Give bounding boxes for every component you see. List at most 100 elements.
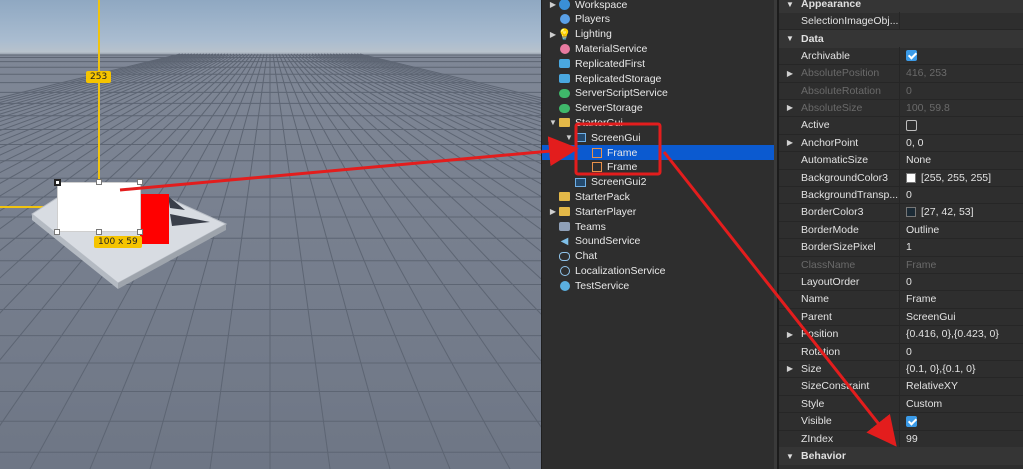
explorer-item[interactable]: ServerStorage [542,101,777,116]
collapse-arrow-icon[interactable]: ▼ [779,452,801,461]
property-checkbox[interactable] [906,119,917,131]
explorer-item[interactable]: Teams [542,219,777,234]
property-row[interactable]: Name Frame [779,290,1023,309]
explorer-item[interactable]: ReplicatedStorage [542,71,777,86]
property-row[interactable]: ClassName Frame [779,255,1023,274]
property-row[interactable]: Visible [779,412,1023,431]
property-row[interactable]: BackgroundColor3 [255, 255, 255] [779,168,1023,187]
property-row[interactable]: AbsoluteRotation 0 [779,81,1023,100]
property-value[interactable] [899,46,1023,65]
property-value[interactable]: 0 [899,272,1023,291]
property-row[interactable]: ▶ Position {0.416, 0},{0.423, 0} [779,325,1023,344]
expand-arrow-icon[interactable]: ▼ [564,133,574,142]
explorer-item[interactable]: Chat [542,249,777,264]
properties-panel[interactable]: ▼ Appearance SelectionImageObj... ▼ Data Arch… [777,0,1023,469]
white-frame-preview[interactable] [57,182,141,232]
explorer-item[interactable]: ▶ StarterPlayer [542,204,777,219]
property-row[interactable]: Active [779,116,1023,135]
explorer-panel[interactable]: ▶ Workspace Players ▶ 💡 Lighting MaterialServi… [541,0,777,469]
property-row[interactable]: Style Custom [779,394,1023,414]
expand-arrow-icon[interactable]: ▶ [548,207,558,216]
selection-handle-br[interactable] [137,229,143,235]
property-row[interactable]: SelectionImageObj... [779,11,1023,31]
property-row[interactable]: ▶ AnchorPoint 0, 0 [779,133,1023,153]
selection-handle-tl[interactable] [54,179,61,186]
property-row[interactable]: BorderColor3 [27, 42, 53] [779,203,1023,222]
property-row[interactable]: BorderSizePixel 1 [779,238,1023,257]
property-checkbox[interactable] [906,50,917,62]
explorer-item-label: Players [575,13,611,26]
property-value[interactable]: Frame [899,290,1023,309]
property-row[interactable]: LayoutOrder 0 [779,272,1023,292]
property-value[interactable] [899,11,1023,30]
property-row[interactable]: Parent ScreenGui [779,307,1023,327]
explorer-item[interactable]: Frame [542,160,777,175]
selection-handle-b[interactable] [96,229,102,235]
property-value[interactable]: {0.416, 0},{0.423, 0} [899,325,1023,344]
collapse-arrow-icon[interactable]: ▼ [779,34,801,43]
explorer-item[interactable]: TestService [542,278,777,293]
property-value[interactable]: 0 [899,185,1023,204]
properties-section-header[interactable]: ▼ Behavior [779,447,1023,466]
color-swatch[interactable] [906,172,916,183]
property-value[interactable]: Outline [899,220,1023,239]
property-value[interactable] [899,412,1023,431]
expand-arrow-icon[interactable]: ▶ [548,30,558,39]
explorer-item[interactable]: LocalizationService [542,263,777,278]
explorer-item[interactable]: MaterialService [542,41,777,56]
property-value[interactable]: Custom [899,394,1023,413]
collapse-arrow-icon[interactable]: ▼ [779,0,801,9]
property-row[interactable]: ▶ AbsoluteSize 100, 59.8 [779,98,1023,118]
explorer-item[interactable]: StarterPack [542,189,777,204]
property-value[interactable]: {0.1, 0},{0.1, 0} [899,359,1023,378]
color-swatch[interactable] [906,207,916,218]
explorer-item[interactable]: Players [542,12,777,27]
property-value[interactable] [899,116,1023,135]
expand-arrow-icon[interactable]: ▶ [779,103,801,112]
explorer-item[interactable]: Frame [542,145,777,160]
property-row[interactable]: Archivable [779,46,1023,66]
expand-arrow-icon[interactable]: ▶ [779,69,801,78]
explorer-item[interactable]: ◀ SoundService [542,234,777,249]
property-row[interactable]: ▶ AbsolutePosition 416, 253 [779,64,1023,83]
selection-handle-t[interactable] [96,179,102,185]
property-row[interactable]: AutomaticSize None [779,151,1023,170]
3d-viewport[interactable]: 253 100 x 59 [0,0,541,469]
selection-handle-tr[interactable] [137,179,143,185]
property-value[interactable]: RelativeXY [899,377,1023,396]
property-value[interactable]: 1 [899,238,1023,257]
explorer-item[interactable]: ▼ ScreenGui [542,130,777,145]
property-row[interactable]: ZIndex 99 [779,429,1023,448]
red-frame-preview[interactable] [140,194,169,244]
expand-arrow-icon[interactable]: ▶ [548,0,558,9]
explorer-item[interactable]: ▶ 💡 Lighting [542,27,777,42]
property-value[interactable]: [27, 42, 53] [899,203,1023,222]
explorer-item[interactable]: ▶ Workspace [542,0,777,12]
properties-section-header[interactable]: ▼ Data [779,29,1023,48]
expand-arrow-icon[interactable]: ▶ [779,330,801,339]
expand-arrow-icon[interactable]: ▶ [779,138,801,147]
expand-arrow-icon[interactable]: ▶ [779,364,801,373]
selection-handle-bl[interactable] [54,229,60,235]
explorer-item[interactable]: ▼ StarterGui [542,115,777,130]
property-value[interactable]: Frame [899,255,1023,274]
property-value[interactable]: 0 [899,342,1023,361]
property-value[interactable]: 416, 253 [899,64,1023,83]
property-value[interactable]: [255, 255, 255] [899,168,1023,187]
property-value[interactable]: ScreenGui [899,307,1023,326]
property-checkbox[interactable] [906,415,917,427]
property-row[interactable]: Rotation 0 [779,342,1023,361]
property-value[interactable]: None [899,151,1023,170]
property-row[interactable]: BackgroundTransp... 0 [779,185,1023,205]
property-row[interactable]: ▶ Size {0.1, 0},{0.1, 0} [779,359,1023,379]
expand-arrow-icon[interactable]: ▼ [548,118,558,127]
property-value[interactable]: 99 [899,429,1023,448]
property-row[interactable]: BorderMode Outline [779,220,1023,240]
property-row[interactable]: SizeConstraint RelativeXY [779,377,1023,396]
explorer-item[interactable]: ReplicatedFirst [542,56,777,71]
explorer-item[interactable]: ServerScriptService [542,86,777,101]
property-value[interactable]: 100, 59.8 [899,98,1023,117]
property-value[interactable]: 0 [899,81,1023,100]
explorer-item[interactable]: ScreenGui2 [542,175,777,190]
property-value[interactable]: 0, 0 [899,133,1023,152]
